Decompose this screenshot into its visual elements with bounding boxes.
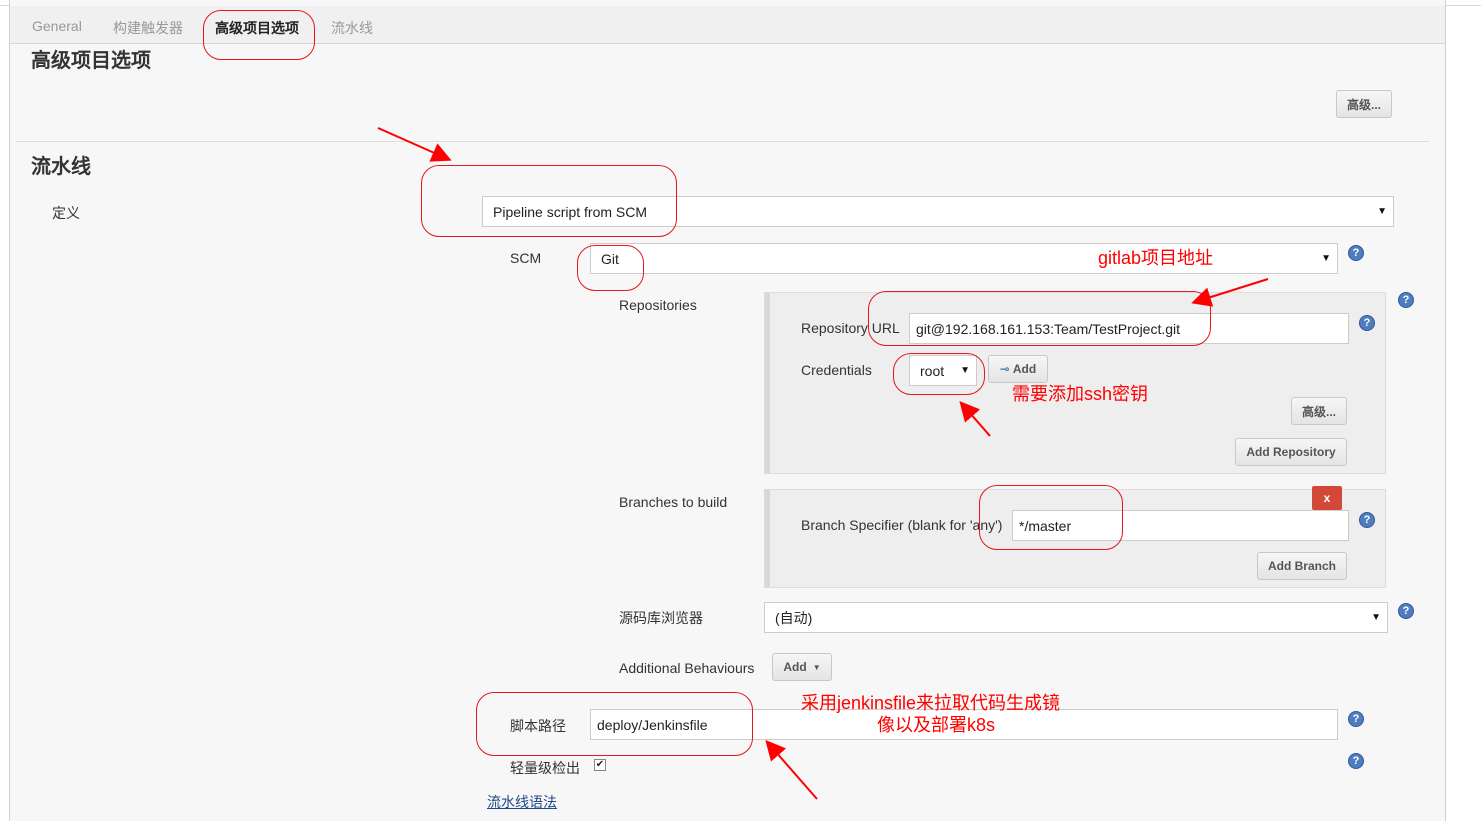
- arrow-to-script-path: [765, 739, 818, 800]
- arrow-to-credentials: [959, 400, 991, 437]
- annotation-arrows: [377, 127, 1269, 800]
- arrow-to-definition: [377, 127, 452, 162]
- arrow-to-repo-url: [1191, 278, 1269, 307]
